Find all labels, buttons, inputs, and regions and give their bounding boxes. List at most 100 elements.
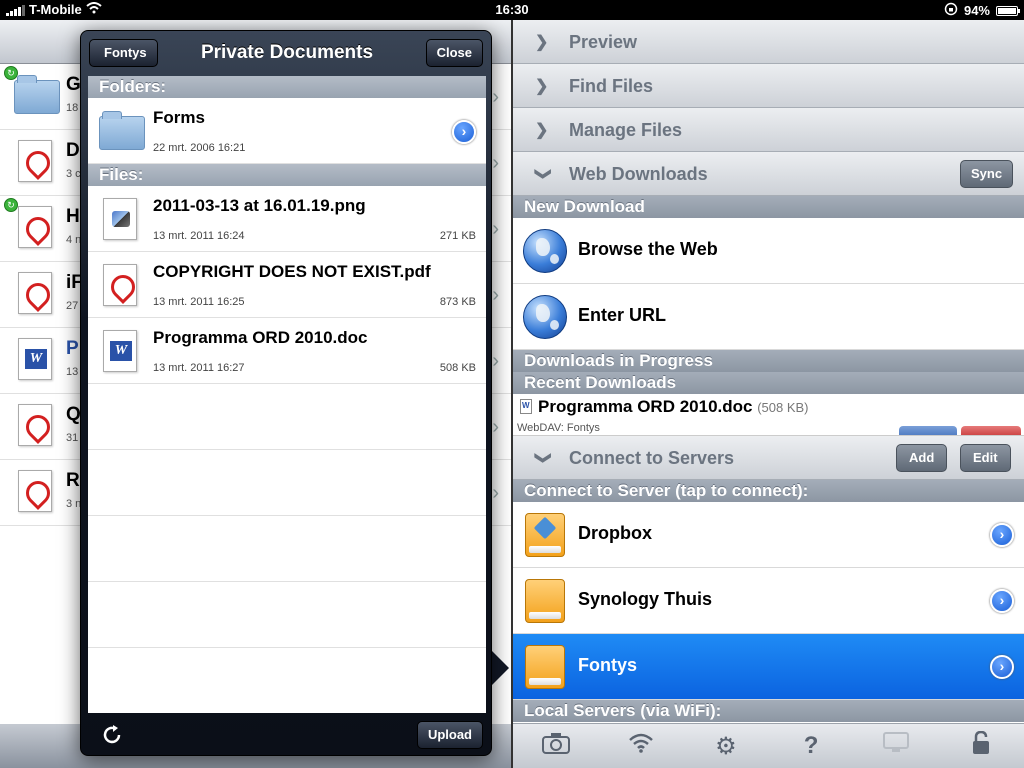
chevron-down-icon: ❯ bbox=[534, 451, 552, 465]
battery-icon bbox=[996, 5, 1020, 16]
sync-status-icon: ↻ bbox=[4, 198, 18, 212]
sync-button[interactable]: Sync bbox=[960, 160, 1014, 188]
png-shape bbox=[103, 198, 137, 240]
browse-web-row[interactable]: Browse the Web bbox=[513, 218, 1024, 284]
file-size: 873 KB bbox=[439, 296, 476, 308]
help-icon[interactable]: ? bbox=[791, 732, 831, 760]
enter-url-label: Enter URL bbox=[578, 305, 667, 325]
chevron-right-icon: › bbox=[492, 416, 499, 438]
document-name: R bbox=[66, 470, 80, 491]
add-server-button[interactable]: Add bbox=[896, 444, 948, 472]
section-preview[interactable]: ❯ Preview bbox=[513, 20, 1024, 64]
document-subtitle: 3 c bbox=[66, 168, 81, 180]
empty-row bbox=[88, 516, 486, 582]
document-name: H bbox=[66, 206, 80, 227]
section-label: Manage Files bbox=[569, 120, 683, 140]
document-subtitle: 4 n bbox=[66, 234, 82, 246]
files-header: Files: bbox=[88, 164, 486, 186]
wifi-icon[interactable] bbox=[621, 732, 661, 760]
server-row[interactable]: Fontys › bbox=[513, 634, 1024, 700]
recent-downloads-header: Recent Downloads bbox=[513, 372, 1024, 394]
document-subtitle: 27 bbox=[66, 300, 79, 312]
pdf-icon-shape bbox=[18, 206, 52, 248]
status-right: 94% bbox=[944, 2, 1020, 19]
chevron-right-icon: › bbox=[492, 482, 499, 504]
dropbox-drive-icon-shape bbox=[525, 513, 565, 557]
file-size: 508 KB bbox=[439, 362, 476, 374]
edit-servers-button[interactable]: Edit bbox=[960, 444, 1011, 472]
chevron-right-icon: ❯ bbox=[535, 78, 549, 95]
status-bar: T-Mobile 16:30 94% bbox=[0, 0, 1024, 20]
pdf-icon-shape bbox=[18, 404, 52, 446]
actions-pane: ❯ Preview ❯ Find Files ❯ Manage Files ❯ Web … bbox=[513, 20, 1024, 768]
file-list: 2011-03-13 at 16.01.19.png 13 mrt. 2011 1… bbox=[88, 186, 486, 384]
pdf-icon bbox=[14, 404, 52, 448]
browse-web-label: Browse the Web bbox=[578, 239, 718, 259]
connect-server-header: Connect to Server (tap to connect): bbox=[513, 480, 1024, 502]
pdf-icon bbox=[14, 470, 52, 514]
drive-icon-shape bbox=[525, 645, 565, 689]
folder-icon bbox=[99, 110, 145, 152]
private-documents-popover: Fontys Private Documents Close Folders: … bbox=[80, 30, 492, 756]
file-name: 2011-03-13 at 16.01.19.png bbox=[153, 196, 366, 215]
delete-button[interactable] bbox=[961, 426, 1021, 435]
popover-arrow bbox=[491, 650, 509, 686]
section-find-files[interactable]: ❯ Find Files bbox=[513, 64, 1024, 108]
folder-row[interactable]: Forms 22 mrt. 2006 16:21 › bbox=[88, 98, 486, 164]
camera-icon[interactable] bbox=[536, 732, 576, 761]
server-row[interactable]: Dropbox › bbox=[513, 502, 1024, 568]
refresh-icon[interactable] bbox=[101, 724, 123, 752]
lock-icon[interactable] bbox=[961, 730, 1001, 762]
disclosure-button[interactable]: › bbox=[452, 120, 476, 144]
word-icon-shape bbox=[18, 338, 52, 380]
folder-shape bbox=[99, 111, 145, 150]
file-row[interactable]: 2011-03-13 at 16.01.19.png 13 mrt. 2011 1… bbox=[88, 186, 486, 252]
empty-row bbox=[88, 450, 486, 516]
file-name: COPYRIGHT DOES NOT EXIST.pdf bbox=[153, 262, 431, 281]
disclosure-button[interactable]: › bbox=[990, 589, 1014, 613]
section-connect-to-servers[interactable]: ❯ Connect to Servers Add Edit bbox=[513, 436, 1024, 480]
folder-date: 22 mrt. 2006 16:21 bbox=[153, 142, 246, 154]
document-subtitle: 3 n bbox=[66, 498, 82, 510]
recent-file-size: (508 KB) bbox=[757, 400, 809, 415]
server-row[interactable]: Synology Thuis › bbox=[513, 568, 1024, 634]
pdf-icon-shape bbox=[18, 140, 52, 182]
globe-icon bbox=[523, 295, 569, 341]
document-subtitle: 31 bbox=[66, 432, 79, 444]
share-button[interactable] bbox=[899, 426, 957, 435]
close-button[interactable]: Close bbox=[425, 39, 483, 67]
drive-icon bbox=[523, 579, 569, 625]
gear-icon[interactable]: ⚙ bbox=[706, 732, 746, 761]
pdf-icon bbox=[14, 206, 52, 250]
section-label: Connect to Servers bbox=[569, 448, 735, 468]
chevron-right-icon: › bbox=[492, 350, 499, 372]
server-list: Dropbox › Synology Thuis › Fontys › bbox=[513, 502, 1024, 700]
chevron-down-icon: ❯ bbox=[534, 167, 552, 181]
chevron-right-icon: › bbox=[492, 218, 499, 240]
chevron-right-icon: › bbox=[492, 152, 499, 174]
file-date: 13 mrt. 2011 16:27 bbox=[153, 362, 245, 374]
word-doc-icon bbox=[520, 399, 532, 414]
orientation-lock-icon bbox=[944, 2, 958, 19]
enter-url-row[interactable]: Enter URL bbox=[513, 284, 1024, 350]
folders-header: Folders: bbox=[88, 76, 486, 98]
globe-icon bbox=[523, 229, 569, 275]
recent-file-server: WebDAV: Fontys bbox=[517, 422, 600, 434]
document-subtitle: 18 bbox=[66, 102, 79, 114]
file-row[interactable]: Programma ORD 2010.doc 13 mrt. 2011 16:27… bbox=[88, 318, 486, 384]
dropbox-drive-icon bbox=[523, 513, 569, 559]
document-name: G bbox=[66, 74, 81, 95]
recent-download-row[interactable]: Programma ORD 2010.doc (508 KB) WebDAV: … bbox=[513, 394, 1024, 436]
downloads-in-progress-header: Downloads in Progress bbox=[513, 350, 1024, 372]
upload-button[interactable]: Upload bbox=[416, 721, 483, 749]
disclosure-button[interactable]: › bbox=[990, 523, 1014, 547]
section-manage-files[interactable]: ❯ Manage Files bbox=[513, 108, 1024, 152]
monitor-icon[interactable] bbox=[876, 731, 916, 761]
section-web-downloads[interactable]: ❯ Web Downloads Sync bbox=[513, 152, 1024, 196]
server-name: Synology Thuis bbox=[578, 589, 713, 609]
document-name: D bbox=[66, 140, 80, 161]
file-row[interactable]: COPYRIGHT DOES NOT EXIST.pdf 13 mrt. 2011… bbox=[88, 252, 486, 318]
drive-icon bbox=[523, 645, 569, 691]
disclosure-button[interactable]: › bbox=[990, 655, 1014, 679]
document-name: P bbox=[66, 338, 79, 359]
